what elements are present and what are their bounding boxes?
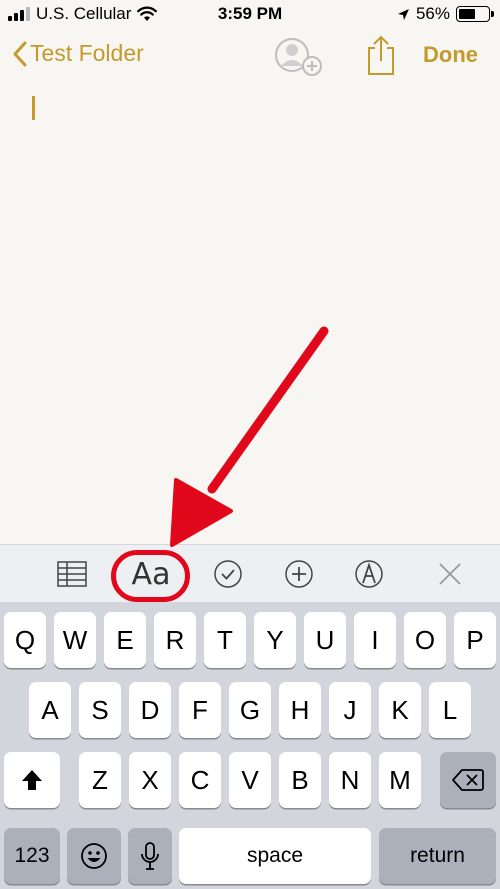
table-icon xyxy=(57,561,87,587)
shift-arrow-icon xyxy=(22,770,42,790)
battery-level xyxy=(459,9,475,19)
shift-key[interactable] xyxy=(4,752,60,808)
add-people-button[interactable] xyxy=(274,36,326,76)
key-u[interactable]: U xyxy=(304,612,346,668)
return-key[interactable]: return xyxy=(379,828,496,884)
key-n[interactable]: N xyxy=(329,752,371,808)
key-e[interactable]: E xyxy=(104,612,146,668)
back-button-label: Test Folder xyxy=(30,40,144,66)
status-right: 56% xyxy=(397,4,494,24)
microphone-icon xyxy=(141,842,159,870)
key-r[interactable]: R xyxy=(154,612,196,668)
delete-key[interactable] xyxy=(440,752,496,808)
key-j[interactable]: J xyxy=(329,682,371,738)
share-button[interactable] xyxy=(364,34,398,76)
markup-button[interactable] xyxy=(352,555,386,593)
status-bar: U.S. Cellular 3:59 PM 56% xyxy=(0,0,500,30)
format-toolbar: Aa xyxy=(0,544,500,602)
space-key[interactable]: space xyxy=(179,828,371,884)
insert-button[interactable] xyxy=(282,555,316,593)
chevron-left-icon xyxy=(13,41,27,66)
text-cursor xyxy=(32,96,35,120)
key-i[interactable]: I xyxy=(354,612,396,668)
key-f[interactable]: F xyxy=(179,682,221,738)
key-z[interactable]: Z xyxy=(79,752,121,808)
numbers-key[interactable]: 123 xyxy=(4,828,60,884)
done-button[interactable]: Done xyxy=(423,42,478,68)
battery-percent: 56% xyxy=(415,4,450,23)
keyboard: Q W E R T Y U I O P A S D F G H J K L Z … xyxy=(0,602,500,889)
key-g[interactable]: G xyxy=(229,682,271,738)
battery-icon xyxy=(456,6,494,22)
key-t[interactable]: T xyxy=(204,612,246,668)
backspace-icon xyxy=(452,769,484,791)
emoji-key[interactable] xyxy=(67,828,121,884)
key-m[interactable]: M xyxy=(379,752,421,808)
key-v[interactable]: V xyxy=(229,752,271,808)
checklist-button[interactable] xyxy=(211,555,245,593)
key-d[interactable]: D xyxy=(129,682,171,738)
back-button[interactable]: Test Folder xyxy=(12,40,144,67)
note-body[interactable] xyxy=(0,82,500,544)
plus-circle-icon xyxy=(285,560,313,588)
annotation-circle xyxy=(111,550,190,602)
close-toolbar-button[interactable] xyxy=(433,555,467,593)
key-w[interactable]: W xyxy=(54,612,96,668)
key-x[interactable]: X xyxy=(129,752,171,808)
key-k[interactable]: K xyxy=(379,682,421,738)
emoji-icon xyxy=(81,843,107,869)
pen-markup-icon xyxy=(355,560,383,588)
nav-bar: Test Folder Done xyxy=(0,30,500,82)
key-l[interactable]: L xyxy=(429,682,471,738)
add-person-icon xyxy=(275,38,322,76)
key-b[interactable]: B xyxy=(279,752,321,808)
share-icon xyxy=(368,35,394,75)
table-button[interactable] xyxy=(55,555,89,593)
key-s[interactable]: S xyxy=(79,682,121,738)
checkmark-circle-icon xyxy=(214,560,242,588)
key-p[interactable]: P xyxy=(454,612,496,668)
dictation-key[interactable] xyxy=(128,828,172,884)
key-o[interactable]: O xyxy=(404,612,446,668)
key-a[interactable]: A xyxy=(29,682,71,738)
key-h[interactable]: H xyxy=(279,682,321,738)
key-y[interactable]: Y xyxy=(254,612,296,668)
location-arrow-icon xyxy=(397,8,409,20)
key-c[interactable]: C xyxy=(179,752,221,808)
key-q[interactable]: Q xyxy=(4,612,46,668)
close-icon xyxy=(439,563,461,585)
